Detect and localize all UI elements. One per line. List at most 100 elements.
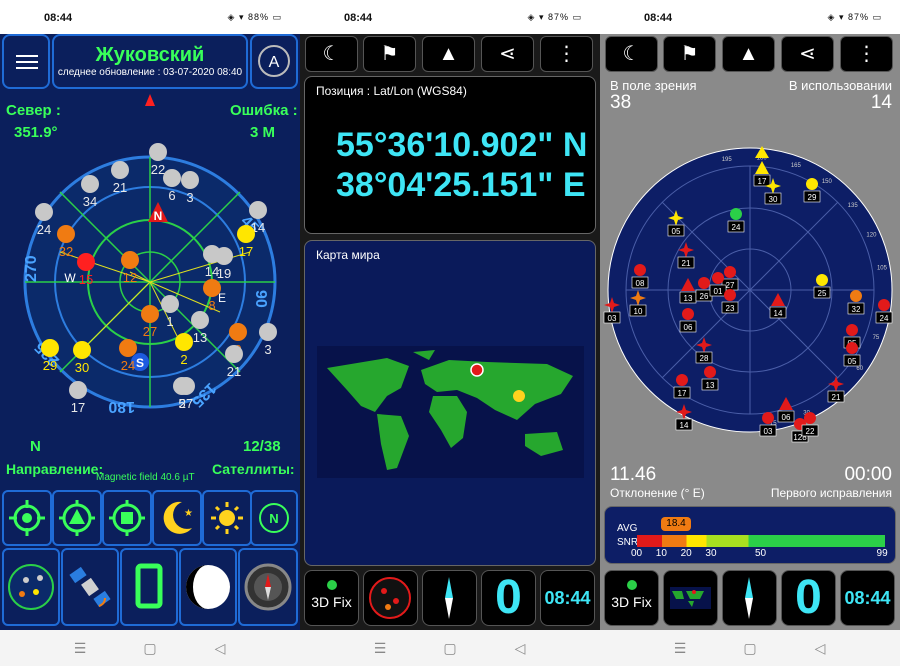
- last-update: следнее обновление : 03-07-2020 08:40: [57, 67, 243, 78]
- fix-status-button[interactable]: 3D Fix: [604, 570, 659, 626]
- share-button[interactable]: ⋖: [481, 36, 534, 72]
- locate-button[interactable]: [2, 490, 52, 546]
- day-mode-button[interactable]: [202, 490, 252, 546]
- snr-tick: 00: [631, 548, 643, 559]
- sky-tick-label: 150: [822, 179, 833, 185]
- satellite-id: 24: [880, 314, 889, 323]
- status-icons: ◈ ▾ 87% ▭: [527, 12, 582, 22]
- satellite-id: 8: [208, 298, 215, 313]
- snr-scale: [637, 535, 885, 547]
- in-use-count: 14: [870, 92, 892, 113]
- satellite-id: 14: [680, 421, 689, 430]
- radar-view-button[interactable]: [2, 548, 60, 626]
- sun-position-icon: [513, 390, 525, 402]
- night-mode-button[interactable]: ★: [152, 490, 202, 546]
- triangle-target-icon: [59, 500, 95, 536]
- world-map-mini-icon: [670, 587, 711, 609]
- position-panel: 08:44 ◈ ▾ 87% ▭ ☾ ⚑ ▲ ⋖ ⋮ Позиция : Lat/…: [300, 0, 600, 666]
- person-flag-button[interactable]: ⚑: [663, 36, 716, 72]
- more-button[interactable]: ⋮: [840, 36, 893, 72]
- fix-status-button[interactable]: 3D Fix: [304, 570, 359, 626]
- satellite-id: 17: [239, 244, 253, 259]
- satellite-id: 21: [113, 180, 127, 195]
- fix-indicator-icon: [326, 580, 337, 590]
- satellite-id: 6: [168, 188, 175, 203]
- nav-menu-icon[interactable]: ☰: [645, 630, 715, 666]
- nav-menu-icon[interactable]: ☰: [45, 630, 115, 666]
- direction-letter: N: [30, 438, 41, 455]
- sun-icon: [211, 502, 243, 534]
- navigate-button[interactable]: [52, 490, 102, 546]
- moon-phase-button[interactable]: [179, 548, 237, 626]
- more-vert-icon: ⋮: [856, 43, 877, 65]
- radar-mini-button[interactable]: [363, 570, 418, 626]
- nav-menu-icon[interactable]: ☰: [345, 630, 415, 666]
- compass-mini-button[interactable]: [422, 570, 477, 626]
- satellite-id: 22: [151, 162, 165, 177]
- satellite-id: 13: [684, 294, 693, 303]
- magnetic-field: Magnetic field 40.6 µT: [96, 472, 195, 483]
- satellite-id: 24: [121, 358, 135, 373]
- satellite-id: 3: [186, 190, 193, 205]
- compass-view-button[interactable]: [238, 548, 298, 626]
- satellites-used[interactable]: 0: [481, 570, 536, 626]
- satellite-id: 21: [682, 259, 691, 268]
- square-target-icon: [109, 500, 145, 536]
- clock[interactable]: 08:44: [840, 570, 895, 626]
- snr-tick: 99: [876, 548, 888, 559]
- night-mode-button[interactable]: ☾: [605, 36, 658, 72]
- satellite-id: 25: [818, 289, 827, 298]
- city-name: Жуковский: [95, 44, 205, 66]
- north-pointer-icon: [145, 94, 155, 106]
- world-map-mini-button[interactable]: [663, 570, 718, 626]
- compass-mini-button[interactable]: [722, 570, 777, 626]
- in-view-label: В поле зрения: [610, 78, 697, 93]
- satellite-id: 24: [37, 222, 51, 237]
- satellite-id: 29: [808, 193, 817, 202]
- snr-tick: 10: [655, 548, 667, 559]
- battery-level: 87%: [547, 12, 569, 22]
- satellite-list-button[interactable]: [61, 548, 119, 626]
- first-fix-value: 00:00: [844, 464, 892, 485]
- navigation-button[interactable]: ▲: [422, 36, 475, 72]
- more-button[interactable]: ⋮: [540, 36, 593, 72]
- nav-home-icon[interactable]: ▢: [715, 630, 785, 666]
- nav-home-icon[interactable]: ▢: [415, 630, 485, 666]
- compass-button[interactable]: N: [250, 490, 298, 546]
- share-button[interactable]: ⋖: [781, 36, 834, 72]
- longitude[interactable]: 38°04'25.151" E: [336, 166, 586, 205]
- satellite-id: 17: [71, 400, 85, 415]
- speed-button[interactable]: [120, 548, 178, 626]
- satellite-id: 13: [706, 381, 715, 390]
- stop-button[interactable]: [102, 490, 152, 546]
- first-fix-label: Первого исправления: [770, 486, 892, 500]
- share-icon: ⋖: [499, 43, 516, 65]
- satellite-id: 13: [193, 330, 207, 345]
- satellites-used[interactable]: 0: [781, 570, 836, 626]
- direction-label: Направление:: [6, 461, 104, 477]
- night-mode-button[interactable]: ☾: [305, 36, 358, 72]
- snr-box: AVG SNR 18.4 00 10 20 30 50 99: [604, 506, 896, 564]
- satellite-id: 32: [852, 305, 861, 314]
- moon-phase-icon: [186, 565, 230, 609]
- clock[interactable]: 08:44: [540, 570, 595, 626]
- status-bar: 08:44 ◈ ▾ 87% ▭: [600, 0, 900, 34]
- nav-back-icon[interactable]: ◁: [485, 630, 555, 666]
- arrow-icon: ▲: [738, 43, 759, 65]
- snr-tick: 50: [755, 548, 767, 559]
- satellite-id: 26: [700, 292, 709, 301]
- world-map[interactable]: [317, 346, 584, 478]
- nav-back-icon[interactable]: ◁: [185, 630, 255, 666]
- satellite-id: 27: [143, 324, 157, 339]
- menu-button[interactable]: [2, 34, 50, 89]
- compass-mode-button[interactable]: A: [250, 34, 298, 89]
- satellite-id: 3: [264, 342, 271, 357]
- compass-needle-icon: [445, 577, 453, 619]
- person-flag-button[interactable]: ⚑: [363, 36, 416, 72]
- satellite-id: 12: [123, 270, 137, 285]
- navigation-button[interactable]: ▲: [722, 36, 775, 72]
- satellite-marker[interactable]: 17: [69, 381, 87, 415]
- nav-home-icon[interactable]: ▢: [115, 630, 185, 666]
- nav-back-icon[interactable]: ◁: [785, 630, 855, 666]
- latitude[interactable]: 55°36'10.902" N: [336, 126, 587, 165]
